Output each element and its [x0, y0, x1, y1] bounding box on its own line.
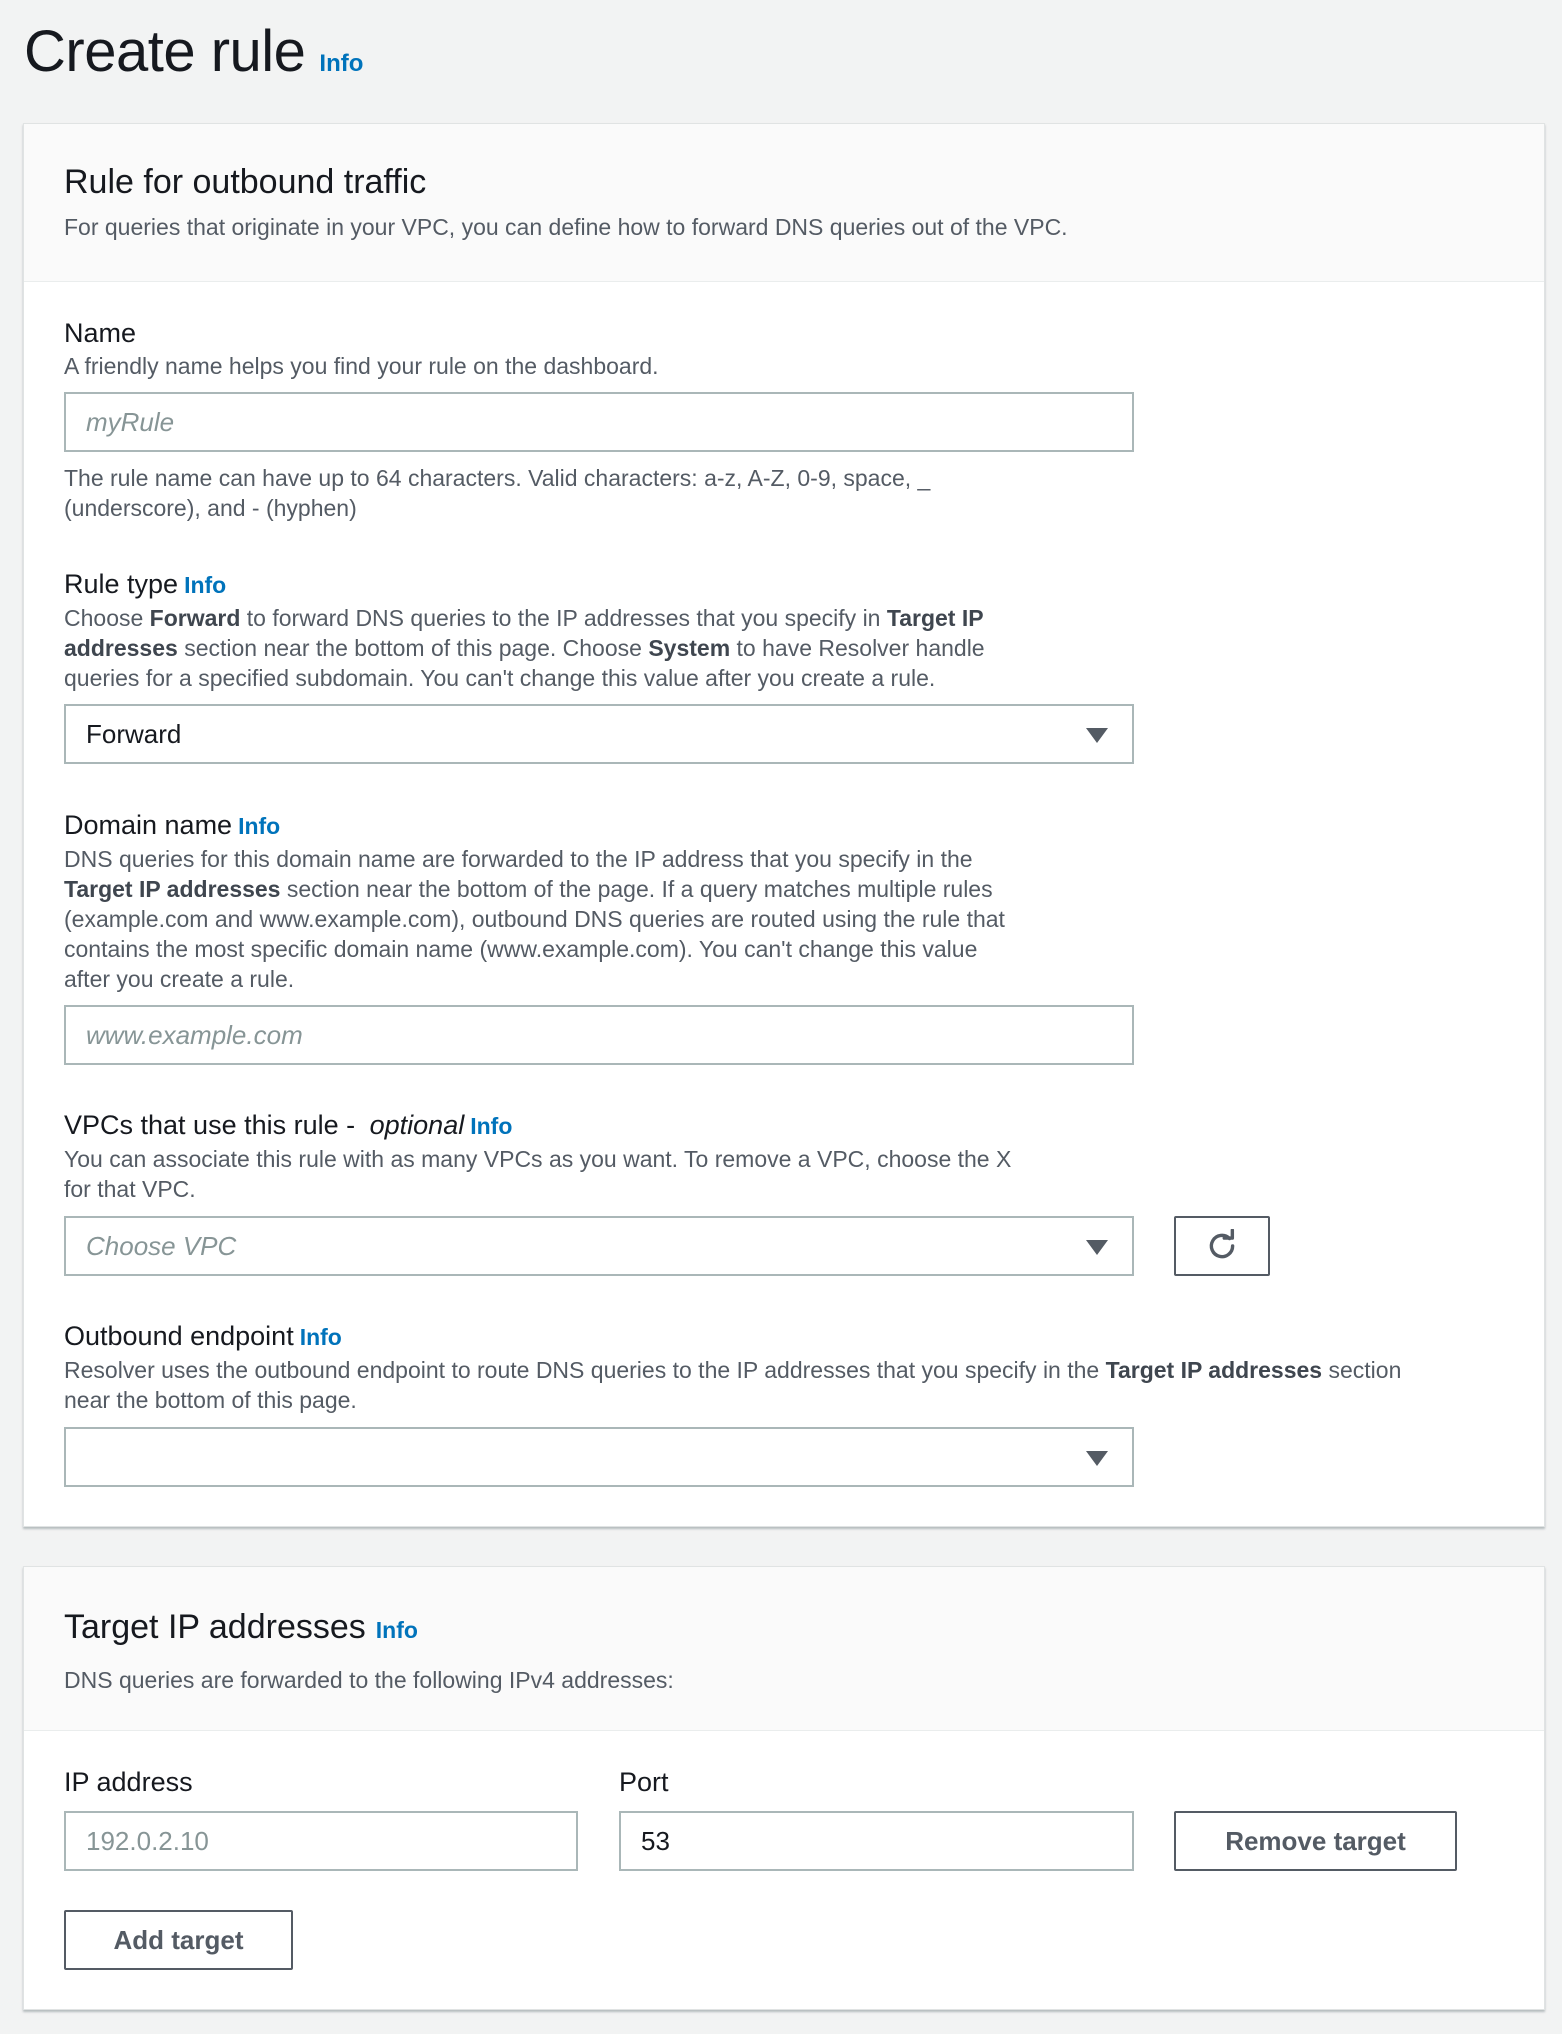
vpc-select-placeholder: Choose VPC: [86, 1231, 237, 1261]
outbound-rule-title: Rule for outbound traffic: [64, 163, 427, 201]
port-input[interactable]: 53: [619, 1811, 1134, 1871]
outbound-endpoint-description: Resolver uses the outbound endpoint to r…: [64, 1357, 1402, 1413]
refresh-vpcs-button[interactable]: [1174, 1216, 1270, 1276]
outbound-rule-panel-header: Rule for outbound traffic For queries th…: [24, 124, 1544, 282]
add-target-button[interactable]: Add target: [64, 1910, 293, 1970]
target-ip-title: Target IP addresses: [64, 1608, 366, 1646]
caret-down-icon: [1086, 1240, 1108, 1255]
name-description: A friendly name helps you find your rule…: [64, 353, 659, 379]
rule-type-field: Rule type Info Choose Forward to forward…: [64, 567, 1164, 693]
name-hint-line-2: (underscore), and - (hyphen): [64, 495, 357, 521]
page-header: Create rule Info: [24, 14, 363, 90]
remove-target-button[interactable]: Remove target: [1174, 1811, 1457, 1871]
domain-name-label: Domain name: [64, 810, 233, 840]
domain-name-description: DNS queries for this domain name are for…: [64, 846, 1005, 992]
name-input-placeholder: myRule: [86, 407, 175, 437]
domain-name-placeholder: www.example.com: [86, 1020, 303, 1050]
target-ip-panel: Target IP addresses Info DNS queries are…: [23, 1566, 1545, 2010]
port-label-wrap: Port: [619, 1765, 669, 1799]
outbound-endpoint-info-link[interactable]: Info: [300, 1320, 342, 1354]
page-info-link[interactable]: Info: [319, 50, 363, 78]
name-hint: The rule name can have up to 64 characte…: [64, 463, 930, 523]
target-ip-description: DNS queries are forwarded to the followi…: [64, 1667, 674, 1693]
outbound-endpoint-field: Outbound endpoint Info Resolver uses the…: [64, 1319, 1524, 1415]
rule-type-select[interactable]: Forward: [64, 704, 1134, 764]
vpcs-description: You can associate this rule with as many…: [64, 1146, 1012, 1202]
outbound-rule-panel: Rule for outbound traffic For queries th…: [23, 123, 1545, 1527]
rule-type-info-link[interactable]: Info: [184, 568, 226, 602]
port-value: 53: [641, 1826, 670, 1856]
rule-type-description: Choose Forward to forward DNS queries to…: [64, 605, 985, 691]
page-title: Create rule: [24, 19, 306, 84]
rule-type-label: Rule type: [64, 569, 179, 599]
vpcs-label: VPCs that use this rule -: [64, 1110, 363, 1140]
ip-address-placeholder: 192.0.2.10: [86, 1826, 209, 1856]
port-label: Port: [619, 1767, 669, 1797]
ip-address-label-wrap: IP address: [64, 1765, 193, 1799]
ip-address-label: IP address: [64, 1767, 193, 1797]
name-field: Name A friendly name helps you find your…: [64, 316, 659, 381]
domain-name-input[interactable]: www.example.com: [64, 1005, 1134, 1065]
name-input[interactable]: myRule: [64, 392, 1134, 452]
caret-down-icon: [1086, 728, 1108, 743]
vpcs-field: VPCs that use this rule - optional Info …: [64, 1108, 1164, 1204]
caret-down-icon: [1086, 1451, 1108, 1466]
outbound-endpoint-label: Outbound endpoint: [64, 1321, 294, 1351]
outbound-endpoint-select[interactable]: [64, 1427, 1134, 1487]
vpcs-info-link[interactable]: Info: [470, 1109, 512, 1143]
vpcs-optional-label: optional: [369, 1110, 465, 1140]
domain-name-field: Domain name Info DNS queries for this do…: [64, 808, 1164, 994]
name-label: Name: [64, 318, 137, 348]
target-ip-info-link[interactable]: Info: [376, 1608, 418, 1652]
domain-name-info-link[interactable]: Info: [238, 809, 280, 843]
refresh-icon: [1209, 1229, 1235, 1259]
name-hint-line-1: The rule name can have up to 64 characte…: [64, 465, 931, 491]
outbound-rule-description: For queries that originate in your VPC, …: [64, 214, 1068, 240]
target-ip-panel-header: Target IP addresses Info DNS queries are…: [24, 1567, 1544, 1731]
rule-type-selected: Forward: [86, 719, 182, 749]
vpc-select[interactable]: Choose VPC: [64, 1216, 1134, 1276]
ip-address-input[interactable]: 192.0.2.10: [64, 1811, 578, 1871]
